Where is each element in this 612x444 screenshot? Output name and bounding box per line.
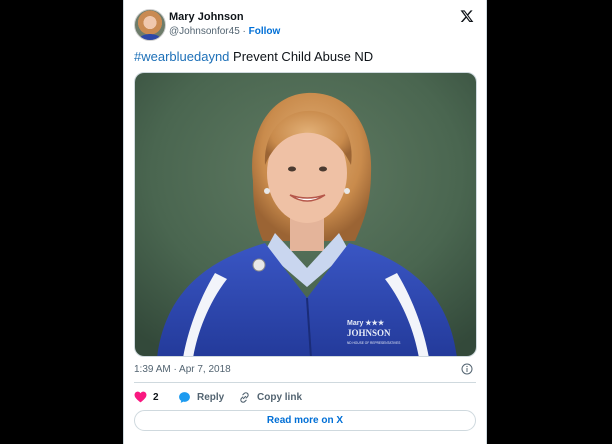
jacket-pin <box>252 258 266 272</box>
avatar[interactable] <box>134 9 166 41</box>
earring-right <box>344 188 350 194</box>
heart-icon <box>134 391 147 403</box>
jacket-embroidery-line-3: ND HOUSE OF REPRESENTATIVES <box>347 341 400 345</box>
jacket-embroidery-line-2: JOHNSON <box>347 328 391 338</box>
tweet-text: #wearbluedaynd Prevent Child Abuse ND <box>134 49 373 64</box>
eye-left <box>288 166 296 172</box>
tweet-photo[interactable]: Mary ★★★ JOHNSON ND HOUSE OF REPRESENTAT… <box>134 72 477 357</box>
follow-button[interactable]: Follow <box>249 26 281 37</box>
tweet-body-text: Prevent Child Abuse ND <box>229 49 374 64</box>
tweet-timestamp[interactable]: 1:39 AM · Apr 7, 2018 <box>134 364 231 375</box>
reply-button[interactable]: Reply <box>178 390 224 404</box>
earring-left <box>264 188 270 194</box>
author-name[interactable]: Mary Johnson <box>169 11 244 23</box>
link-icon <box>240 391 249 403</box>
reply-bubble-icon <box>179 391 190 403</box>
read-more-button[interactable]: Read more on X <box>134 410 476 431</box>
like-button[interactable]: 2 <box>134 390 159 404</box>
copy-link-label: Copy link <box>257 391 303 403</box>
divider <box>134 382 476 383</box>
photo-illustration: Mary ★★★ JOHNSON ND HOUSE OF REPRESENTAT… <box>135 73 476 356</box>
handle-separator: · <box>239 26 249 37</box>
x-logo-icon[interactable] <box>460 9 474 23</box>
author-handle[interactable]: @Johnsonfor45 <box>169 26 240 37</box>
handle-line: @Johnsonfor45 · Follow <box>169 26 280 37</box>
copy-link-button[interactable]: Copy link <box>238 390 302 404</box>
info-icon[interactable] <box>461 363 473 375</box>
like-count: 2 <box>153 391 159 403</box>
reply-label: Reply <box>197 391 225 403</box>
embedded-tweet-card: Mary Johnson @Johnsonfor45 · Follow #wea… <box>123 0 487 444</box>
hashtag-link[interactable]: #wearbluedaynd <box>134 49 229 64</box>
eye-right <box>319 166 327 172</box>
jacket-embroidery-line-1: Mary ★★★ <box>347 319 385 327</box>
avatar-shoulders <box>139 34 161 40</box>
